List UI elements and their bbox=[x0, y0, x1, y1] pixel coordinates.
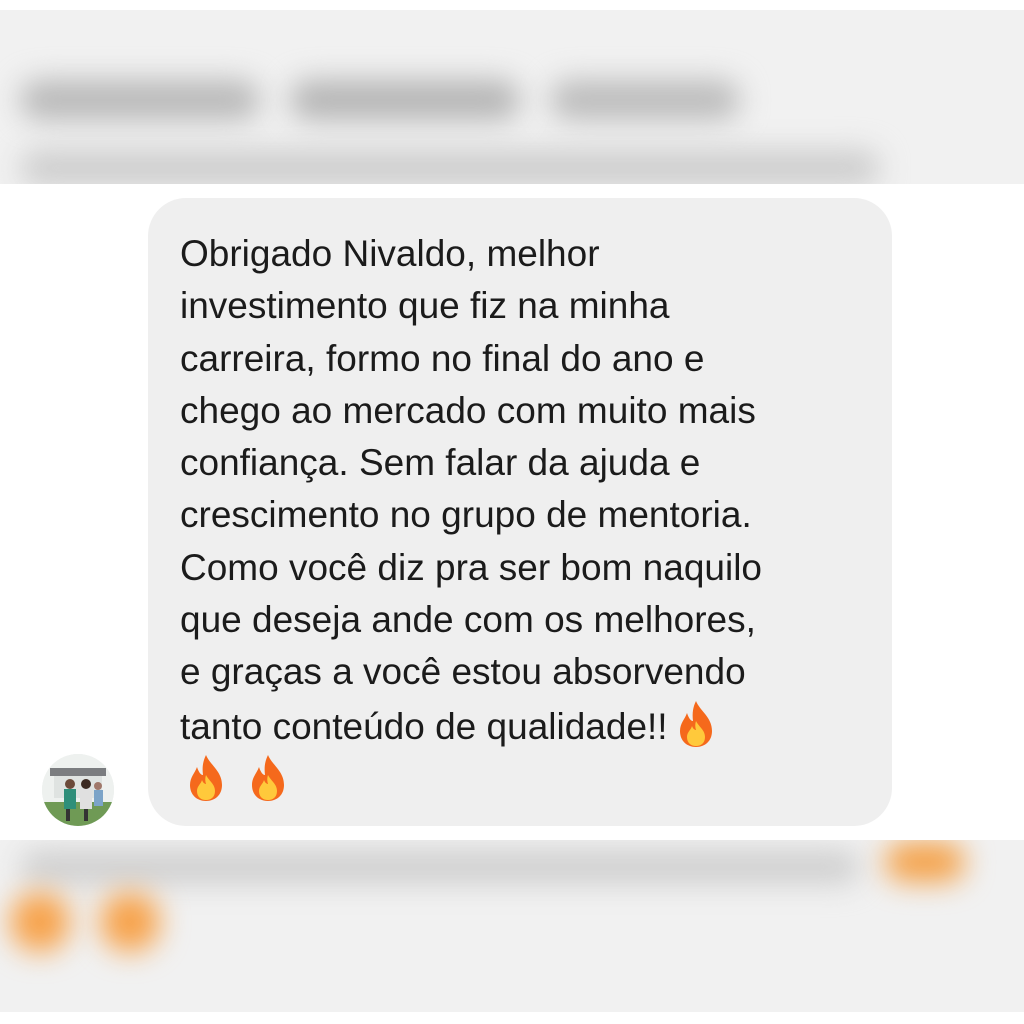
blurred-previous-message bbox=[0, 10, 1024, 184]
message-line: confiança. Sem falar da ajuda e bbox=[180, 442, 701, 484]
user-avatar-photo-icon bbox=[42, 754, 114, 826]
message-line: carreira, formo no final do ano e bbox=[180, 337, 705, 379]
screenshot: Obrigado Nivaldo, melhor investimento qu… bbox=[0, 0, 1024, 1024]
message-line: que deseja ande com os melhores, bbox=[180, 599, 756, 641]
message-bubble[interactable]: Obrigado Nivaldo, melhor investimento qu… bbox=[148, 198, 892, 826]
emoji-row bbox=[180, 754, 308, 801]
top-border bbox=[0, 0, 1024, 10]
message-line: tanto conteúdo de qualidade!! bbox=[180, 705, 668, 747]
message-area: Obrigado Nivaldo, melhor investimento qu… bbox=[0, 184, 1024, 840]
message-line: Obrigado Nivaldo, melhor bbox=[180, 233, 600, 274]
fire-icon bbox=[190, 754, 222, 801]
fire-icon bbox=[679, 700, 712, 747]
message-text: Obrigado Nivaldo, melhor investimento qu… bbox=[180, 228, 860, 807]
fire-icon bbox=[252, 754, 284, 801]
message-line: investimento que fiz na minha bbox=[180, 285, 670, 327]
message-line: chego ao mercado com muito mais bbox=[180, 389, 756, 431]
message-line: e graças a você estou absorvendo bbox=[180, 651, 746, 693]
message-line: Como você diz pra ser bom naquilo bbox=[180, 546, 763, 588]
avatar[interactable] bbox=[42, 754, 114, 826]
message-line: crescimento no grupo de mentoria. bbox=[180, 494, 752, 536]
bottom-border bbox=[0, 1012, 1024, 1024]
blurred-next-message bbox=[0, 840, 1024, 1012]
